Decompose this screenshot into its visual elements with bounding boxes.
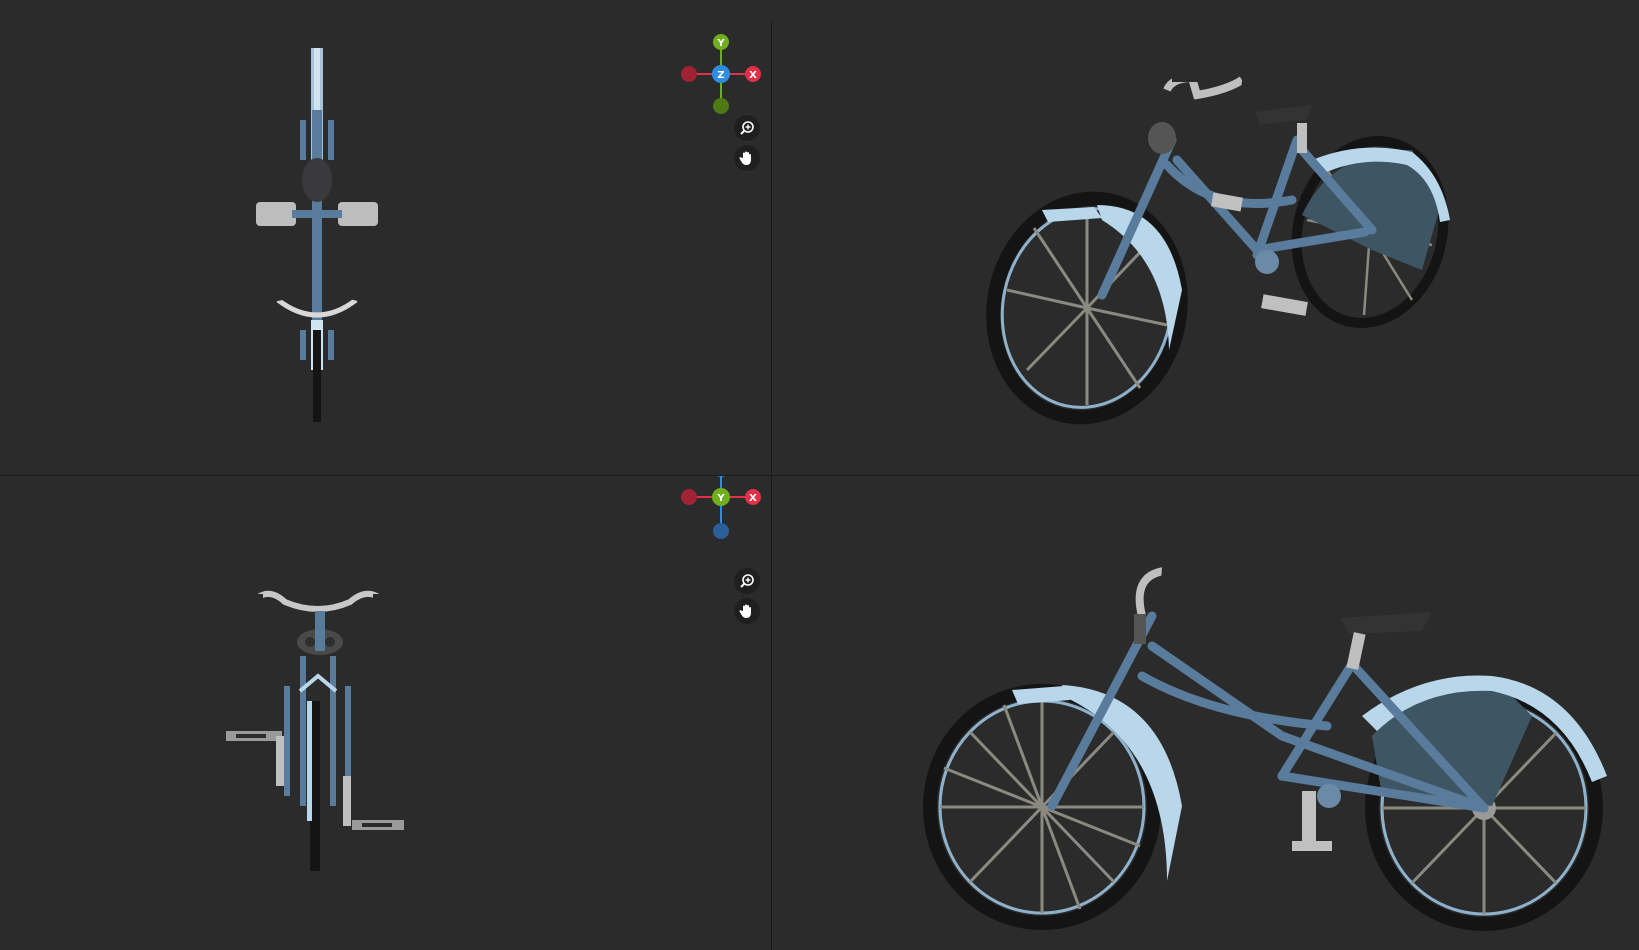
- svg-text:X: X: [749, 493, 757, 504]
- orientation-gizmo[interactable]: Y X Z: [676, 29, 766, 119]
- viewport-divider-horizontal[interactable]: [0, 475, 1639, 476]
- bicycle-front-view: [226, 590, 404, 871]
- svg-text:X: X: [749, 70, 757, 81]
- orientation-gizmo[interactable]: Z X Y: [676, 476, 766, 542]
- viewport-divider-vertical[interactable]: [771, 22, 772, 950]
- svg-text:Z: Z: [717, 70, 724, 81]
- svg-text:Y: Y: [716, 493, 725, 504]
- bicycle-top-view: [256, 48, 378, 422]
- hand-pan-icon[interactable]: [734, 145, 760, 171]
- viewport-perspective-top[interactable]: [772, 0, 1639, 475]
- viewport-top[interactable]: Y X Z: [0, 0, 771, 475]
- bicycle-perspective-view-1: [986, 73, 1450, 425]
- axis-z-handle: [717, 476, 725, 477]
- hand-pan-icon[interactable]: [734, 598, 760, 624]
- svg-text:Y: Y: [716, 38, 725, 49]
- zoom-icon[interactable]: [734, 115, 760, 141]
- viewport-front[interactable]: Z X Y: [0, 476, 771, 950]
- zoom-icon[interactable]: [734, 568, 760, 594]
- viewport-perspective-side[interactable]: [772, 476, 1639, 950]
- bicycle-perspective-view-2: [923, 567, 1607, 931]
